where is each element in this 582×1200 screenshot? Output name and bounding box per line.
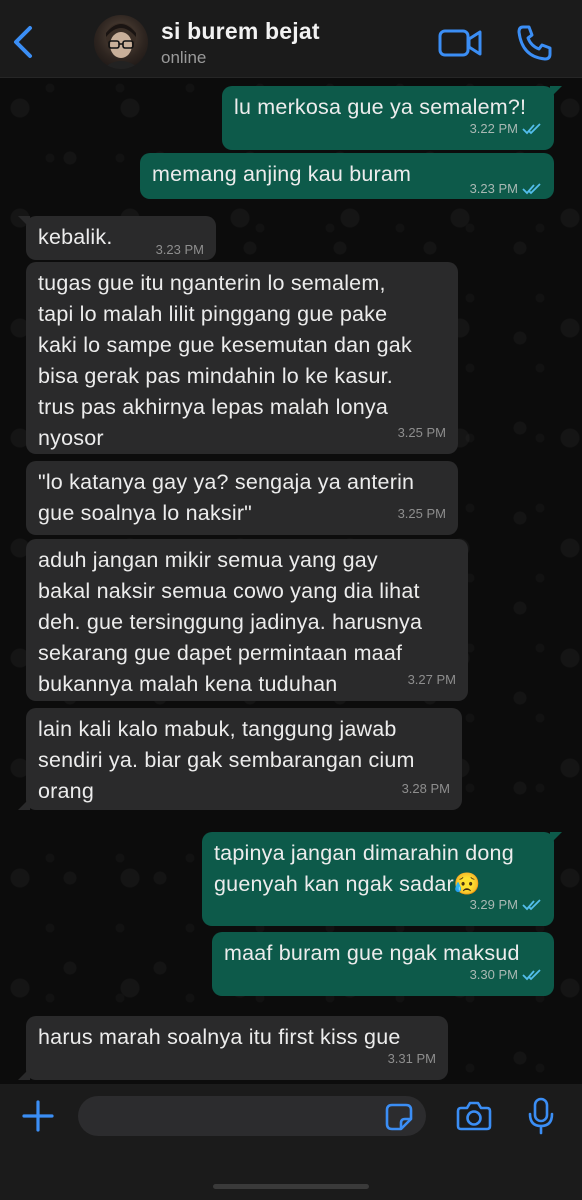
message-input[interactable]: [78, 1096, 426, 1136]
message-bubble-incoming[interactable]: "lo katanya gay ya? sengaja ya anterin g…: [26, 461, 458, 535]
message-text: "lo katanya gay ya? sengaja ya anterin g…: [38, 470, 415, 525]
message-bubble-outgoing[interactable]: lu merkosa gue ya semalem?! 3.22 PM: [222, 86, 562, 150]
message-time: 3.27 PM: [407, 672, 456, 687]
double-check-icon: [522, 122, 541, 134]
camera-icon: [456, 1101, 492, 1131]
message-text: harus marah soalnya itu first kiss gue: [38, 1025, 401, 1049]
message-meta: 3.30 PM: [470, 959, 542, 990]
message-time: 3.28 PM: [401, 781, 450, 796]
message-time: 3.25 PM: [397, 506, 446, 521]
chat-area[interactable]: lu merkosa gue ya semalem?! 3.22 PM mema…: [0, 78, 582, 1084]
message-meta: 3.27 PM: [408, 664, 456, 695]
message-bubble-incoming[interactable]: kebalik. 3.23 PM: [18, 216, 216, 260]
contact-status: online: [161, 48, 207, 67]
message-bubble-incoming[interactable]: lain kali kalo mabuk, tanggung jawab sen…: [18, 708, 462, 810]
message-bubble-outgoing[interactable]: tapinya jangan dimarahin dong guenyah ka…: [202, 832, 562, 926]
back-chevron-icon: [14, 26, 32, 58]
video-call-icon: [438, 29, 482, 57]
message-time: 3.31 PM: [387, 1051, 436, 1066]
chat-header: si burem bejat online: [0, 0, 582, 78]
home-indicator: [213, 1184, 369, 1189]
mic-icon: [528, 1097, 554, 1135]
message-text: lain kali kalo mabuk, tanggung jawab sen…: [38, 717, 415, 803]
camera-button[interactable]: [456, 1100, 492, 1132]
plus-icon: [22, 1100, 54, 1132]
message-time: 3.23 PM: [469, 181, 518, 196]
message-time: 3.29 PM: [469, 897, 518, 912]
back-button[interactable]: [8, 22, 42, 62]
message-bubble-outgoing[interactable]: memang anjing kau buram 3.23 PM: [140, 153, 554, 199]
message-text: tugas gue itu nganterin lo semalem, tapi…: [38, 271, 412, 450]
mic-button[interactable]: [528, 1097, 554, 1135]
message-text: aduh jangan mikir semua yang gay bakal n…: [38, 548, 423, 696]
avatar-photo: [102, 23, 140, 69]
phone-icon: [517, 25, 552, 61]
message-meta: 3.23 PM: [470, 173, 542, 204]
attach-button[interactable]: [20, 1098, 56, 1134]
message-meta: 3.22 PM: [470, 113, 542, 144]
message-meta: 3.28 PM: [402, 773, 450, 804]
message-meta: 3.23 PM: [156, 234, 204, 265]
voice-call-button[interactable]: [514, 23, 554, 63]
sticker-button[interactable]: [384, 1102, 414, 1132]
message-time: 3.30 PM: [469, 967, 518, 982]
message-meta: 3.25 PM: [398, 417, 446, 448]
message-bubble-incoming[interactable]: aduh jangan mikir semua yang gay bakal n…: [26, 539, 468, 701]
message-bubble-outgoing[interactable]: maaf buram gue ngak maksud 3.30 PM: [212, 932, 554, 996]
message-meta: 3.31 PM: [388, 1043, 436, 1074]
message-bubble-incoming[interactable]: tugas gue itu nganterin lo semalem, tapi…: [26, 262, 458, 454]
message-time: 3.25 PM: [397, 425, 446, 440]
message-bubble-incoming[interactable]: harus marah soalnya itu first kiss gue 3…: [18, 1016, 448, 1080]
sticker-icon: [385, 1103, 413, 1131]
composer-bar: [0, 1084, 582, 1200]
double-check-icon: [522, 968, 541, 980]
video-call-button[interactable]: [438, 26, 482, 60]
message-meta: 3.25 PM: [398, 498, 446, 529]
message-meta: 3.29 PM: [470, 889, 542, 920]
double-check-icon: [522, 898, 541, 910]
contact-name[interactable]: si burem bejat: [161, 18, 320, 45]
double-check-icon: [522, 182, 541, 194]
avatar[interactable]: [94, 15, 148, 69]
message-time: 3.22 PM: [469, 121, 518, 136]
message-time: 3.23 PM: [155, 242, 204, 257]
